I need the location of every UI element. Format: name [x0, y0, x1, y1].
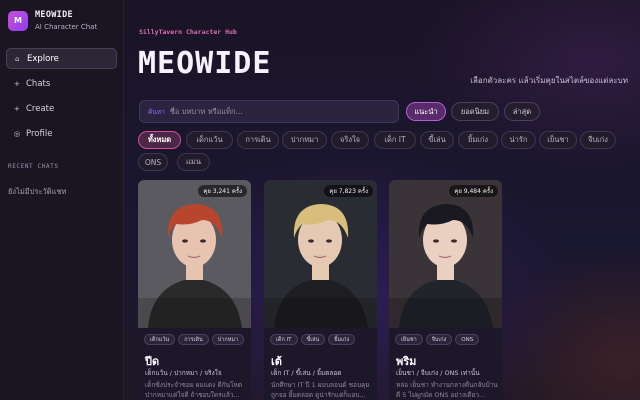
filter-chip[interactable]: ONS	[138, 153, 168, 171]
character-card[interactable]: คุย 3,241 ครั้ง เด็กแว้น การเดิน ปากหมา ปีดเ…	[138, 180, 251, 400]
sidebar-item-explore[interactable]: ⌂ Explore	[6, 48, 117, 69]
filter-chip[interactable]: ยิ้มเก่ง	[458, 131, 498, 149]
filter-chip[interactable]: เด็กแว้น	[186, 131, 233, 149]
main-content: SillyTavern Character Hub MEOWIDE เลือกต…	[124, 0, 640, 400]
character-card[interactable]: คุย 7,823 ครั้ง เด็ก IT ขี้เล่น ยิ้มเก่ง เต้…	[264, 180, 377, 400]
filter-chip[interactable]: น่ารัก	[501, 131, 536, 149]
sidebar-nav: ⌂ Explore + Chats + Create ◎ Profile	[6, 48, 117, 148]
character-tag: ยิ้มเก่ง	[328, 334, 356, 345]
character-description: หล่อ เย็นชา ทำงานกลางคืนกลับบ้านตี 5 ไม่…	[396, 381, 498, 399]
search-placeholder: ชื่อ บทบาท หรือแท็ก...	[169, 106, 243, 116]
sidebar-item-label: Explore	[27, 53, 59, 64]
character-image: คุย 9,484 ครั้ง	[389, 180, 502, 328]
character-description: เด็กซิ่งประจำซอย ผมแดง ดีกันโหด ปากหมาแต…	[145, 381, 243, 399]
character-tags: เด็ก IT ขี้เล่น ยิ้มเก่ง	[270, 334, 358, 345]
sidebar-item-label: Create	[26, 103, 55, 114]
chat-count-badge: คุย 3,241 ครั้ง	[198, 185, 247, 197]
app-subtitle: AI Character Chat	[35, 23, 98, 31]
recent-chats-heading: RECENT CHATS	[8, 163, 59, 170]
profile-icon: ◎	[14, 129, 21, 138]
sort-button[interactable]: ยอดนิยม	[451, 102, 499, 121]
hero-eyebrow: SillyTavern Character Hub	[139, 28, 237, 36]
filter-chip[interactable]: เย็นชา	[539, 131, 577, 149]
brand-text: MEOWIDE AI Character Chat	[35, 10, 97, 31]
filter-chip[interactable]: จีบเก่ง	[580, 131, 616, 149]
character-tag: ขี้เล่น	[300, 334, 326, 345]
sidebar-item-profile[interactable]: ◎ Profile	[6, 123, 117, 144]
sidebar-item-chats[interactable]: + Chats	[6, 73, 117, 94]
character-portrait	[138, 180, 251, 328]
character-tagline: เด็ก IT / ขี้เล่น / ยิ้มตลอด	[271, 369, 342, 377]
character-tagline: เด็กแว้น / ปากหมา / จริงใจ	[145, 369, 222, 377]
app-name: MEOWIDE	[35, 10, 73, 20]
page-title: MEOWIDE	[138, 46, 272, 81]
filter-chip[interactable]: ปากหมา	[282, 131, 327, 149]
chat-count-badge: คุย 7,823 ครั้ง	[324, 185, 373, 197]
filter-chip[interactable]: การเดิน	[237, 131, 279, 149]
search-label: ค้นหา	[148, 107, 165, 116]
sort-button[interactable]: แนะนำ	[406, 102, 446, 121]
sort-button[interactable]: ล่าสุด	[504, 102, 540, 121]
character-tag: ปากหมา	[211, 334, 245, 345]
sidebar-item-label: Profile	[26, 128, 53, 139]
plus-icon: +	[14, 104, 20, 113]
filter-chip[interactable]: ทั้งหมด	[138, 131, 181, 149]
character-tag: เย็นชา	[395, 334, 423, 345]
character-tagline: เย็นชา / จีบเก่ง / ONS เท่านั้น	[396, 369, 480, 377]
filter-chip[interactable]: เด็ก IT	[374, 131, 416, 149]
character-tag: จีบเก่ง	[425, 334, 453, 345]
character-tags: เด็กแว้น การเดิน ปากหมา	[144, 334, 247, 345]
chat-icon: +	[14, 79, 20, 88]
sidebar-item-create[interactable]: + Create	[6, 98, 117, 119]
search-input[interactable]: ค้นหา ชื่อ บทบาท หรือแท็ก...	[139, 100, 399, 123]
sidebar-item-label: Chats	[26, 78, 51, 89]
character-image: คุย 3,241 ครั้ง	[138, 180, 251, 328]
filter-chip[interactable]: ขี้เล่น	[420, 131, 454, 149]
chat-count-badge: คุย 9,484 ครั้ง	[449, 185, 498, 197]
character-portrait	[264, 180, 377, 328]
character-tag: เด็ก IT	[270, 334, 298, 345]
brand[interactable]: M MEOWIDE AI Character Chat	[8, 10, 97, 31]
character-card[interactable]: คุย 9,484 ครั้ง เย็นชา จีบเก่ง ONS พริม เย็นช…	[389, 180, 502, 400]
character-tag: ONS	[455, 334, 480, 345]
character-image: คุย 7,823 ครั้ง	[264, 180, 377, 328]
filter-chip[interactable]: จริงใจ	[331, 131, 369, 149]
character-portrait	[389, 180, 502, 328]
character-description: นักศึกษา IT ปี 1 ผมบลอนด์ ชอบคุยถูกจอ ยิ…	[271, 381, 370, 399]
sidebar: M MEOWIDE AI Character Chat ⌂ Explore + Cha…	[0, 0, 124, 400]
recent-chats-empty: ยังไม่มีประวัติแชท	[8, 187, 67, 196]
app-logo: M	[8, 10, 28, 31]
home-icon: ⌂	[15, 54, 20, 63]
page-subtitle: เลือกตัวละคร แล้วเริ่มคุยในสไตล์ของแต่ละ…	[470, 76, 628, 85]
character-tags: เย็นชา จีบเก่ง ONS	[395, 334, 482, 345]
filter-chip[interactable]: แมน	[177, 153, 210, 171]
character-tag: เด็กแว้น	[144, 334, 176, 345]
character-tag: การเดิน	[178, 334, 209, 345]
